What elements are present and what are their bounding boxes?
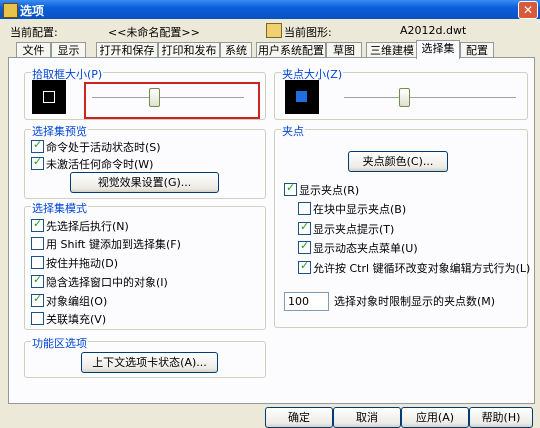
- grip-tips-label: 显示夹点提示(T): [313, 223, 395, 236]
- press-drag-checkbox[interactable]: [31, 256, 44, 269]
- associative-hatch-label: 关联填充(V): [46, 313, 107, 326]
- drawing-file-icon: [266, 23, 282, 38]
- pickbox-slider-thumb[interactable]: [149, 88, 160, 107]
- show-grips-label: 显示夹点(R): [299, 184, 360, 197]
- selection-modes-title: 选择集模式: [31, 200, 88, 216]
- no-command-label: 未激活任何命令时(W): [46, 158, 154, 171]
- current-config-label: 当前配置:: [10, 26, 58, 39]
- noun-verb-label: 先选择后执行(N): [46, 220, 129, 233]
- contextual-tab-states-button[interactable]: 上下文选项卡状态(A)...: [81, 352, 218, 373]
- grips-in-blocks-label: 在块中显示夹点(B): [313, 203, 407, 216]
- implied-window-checkbox[interactable]: [31, 273, 44, 288]
- active-command-label: 命令处于活动状态时(S): [46, 141, 161, 154]
- grips-title: 夹点: [281, 123, 305, 139]
- implied-window-label: 隐含选择窗口中的对象(I): [46, 276, 168, 289]
- dynamic-grip-menu-label: 显示动态夹点菜单(U): [313, 242, 418, 255]
- ctrl-cycle-label: 允许按 Ctrl 键循环改变对象编辑方式行为(L): [313, 262, 531, 275]
- close-button[interactable]: ✕: [518, 1, 538, 19]
- grip-preview: [285, 80, 319, 114]
- help-button[interactable]: 帮助(H): [469, 407, 533, 428]
- pickbox-square: [43, 91, 55, 103]
- grip-colors-button[interactable]: 夹点颜色(C)...: [348, 151, 448, 172]
- tab-drafting[interactable]: 草图: [326, 42, 362, 58]
- ok-button[interactable]: 确定: [265, 407, 333, 428]
- tab-display[interactable]: 显示: [51, 42, 86, 58]
- grip-tips-checkbox[interactable]: [298, 220, 311, 235]
- tab-plot-publish[interactable]: 打印和发布: [158, 42, 220, 58]
- cancel-button[interactable]: 取消: [333, 407, 401, 428]
- tab-profiles[interactable]: 配置: [460, 42, 494, 58]
- grip-limit-input[interactable]: 100: [284, 292, 329, 311]
- window-title: 选项: [20, 4, 45, 18]
- app-icon: [3, 3, 18, 18]
- show-grips-checkbox[interactable]: [284, 181, 297, 196]
- noun-verb-checkbox[interactable]: [31, 217, 44, 232]
- selection-preview-title: 选择集预览: [31, 123, 88, 139]
- pickbox-preview: [32, 80, 66, 114]
- grip-slider-thumb[interactable]: [399, 88, 410, 107]
- grip-swatch: [296, 91, 307, 102]
- tab-file[interactable]: 文件: [16, 42, 51, 58]
- object-group-label: 对象编组(O): [46, 295, 108, 308]
- current-config-value: <<未命名配置>>: [108, 26, 200, 39]
- current-drawing-value: A2012d.dwt: [400, 24, 467, 37]
- object-group-checkbox[interactable]: [31, 292, 44, 307]
- tab-system[interactable]: 系统: [220, 42, 252, 58]
- current-drawing-label: 当前图形:: [284, 26, 332, 39]
- visual-effects-button[interactable]: 视觉效果设置(G)...: [70, 172, 219, 193]
- pickbox-slider-track[interactable]: [92, 97, 244, 101]
- shift-add-label: 用 Shift 键添加到选择集(F): [46, 238, 181, 251]
- shift-add-checkbox[interactable]: [31, 237, 44, 250]
- title-bar: 选项 ✕: [0, 0, 540, 19]
- grip-slider-track[interactable]: [344, 97, 516, 101]
- ribbon-options-title: 功能区选项: [31, 335, 88, 351]
- dynamic-grip-menu-checkbox[interactable]: [298, 239, 311, 254]
- press-drag-label: 按住并拖动(D): [46, 257, 119, 270]
- associative-hatch-checkbox[interactable]: [31, 312, 44, 325]
- grips-in-blocks-checkbox[interactable]: [298, 202, 311, 215]
- tab-user-prefs[interactable]: 用户系统配置: [256, 42, 326, 58]
- ctrl-cycle-checkbox[interactable]: [298, 259, 311, 274]
- tab-selection[interactable]: 选择集: [416, 40, 460, 59]
- grip-limit-label: 选择对象时限制显示的夹点数(M): [334, 295, 496, 308]
- no-command-checkbox[interactable]: [31, 155, 44, 170]
- tab-open-save[interactable]: 打开和保存: [96, 42, 158, 58]
- tab-3d-modeling[interactable]: 三维建模: [366, 42, 418, 58]
- apply-button[interactable]: 应用(A): [401, 407, 469, 428]
- active-command-checkbox[interactable]: [31, 138, 44, 153]
